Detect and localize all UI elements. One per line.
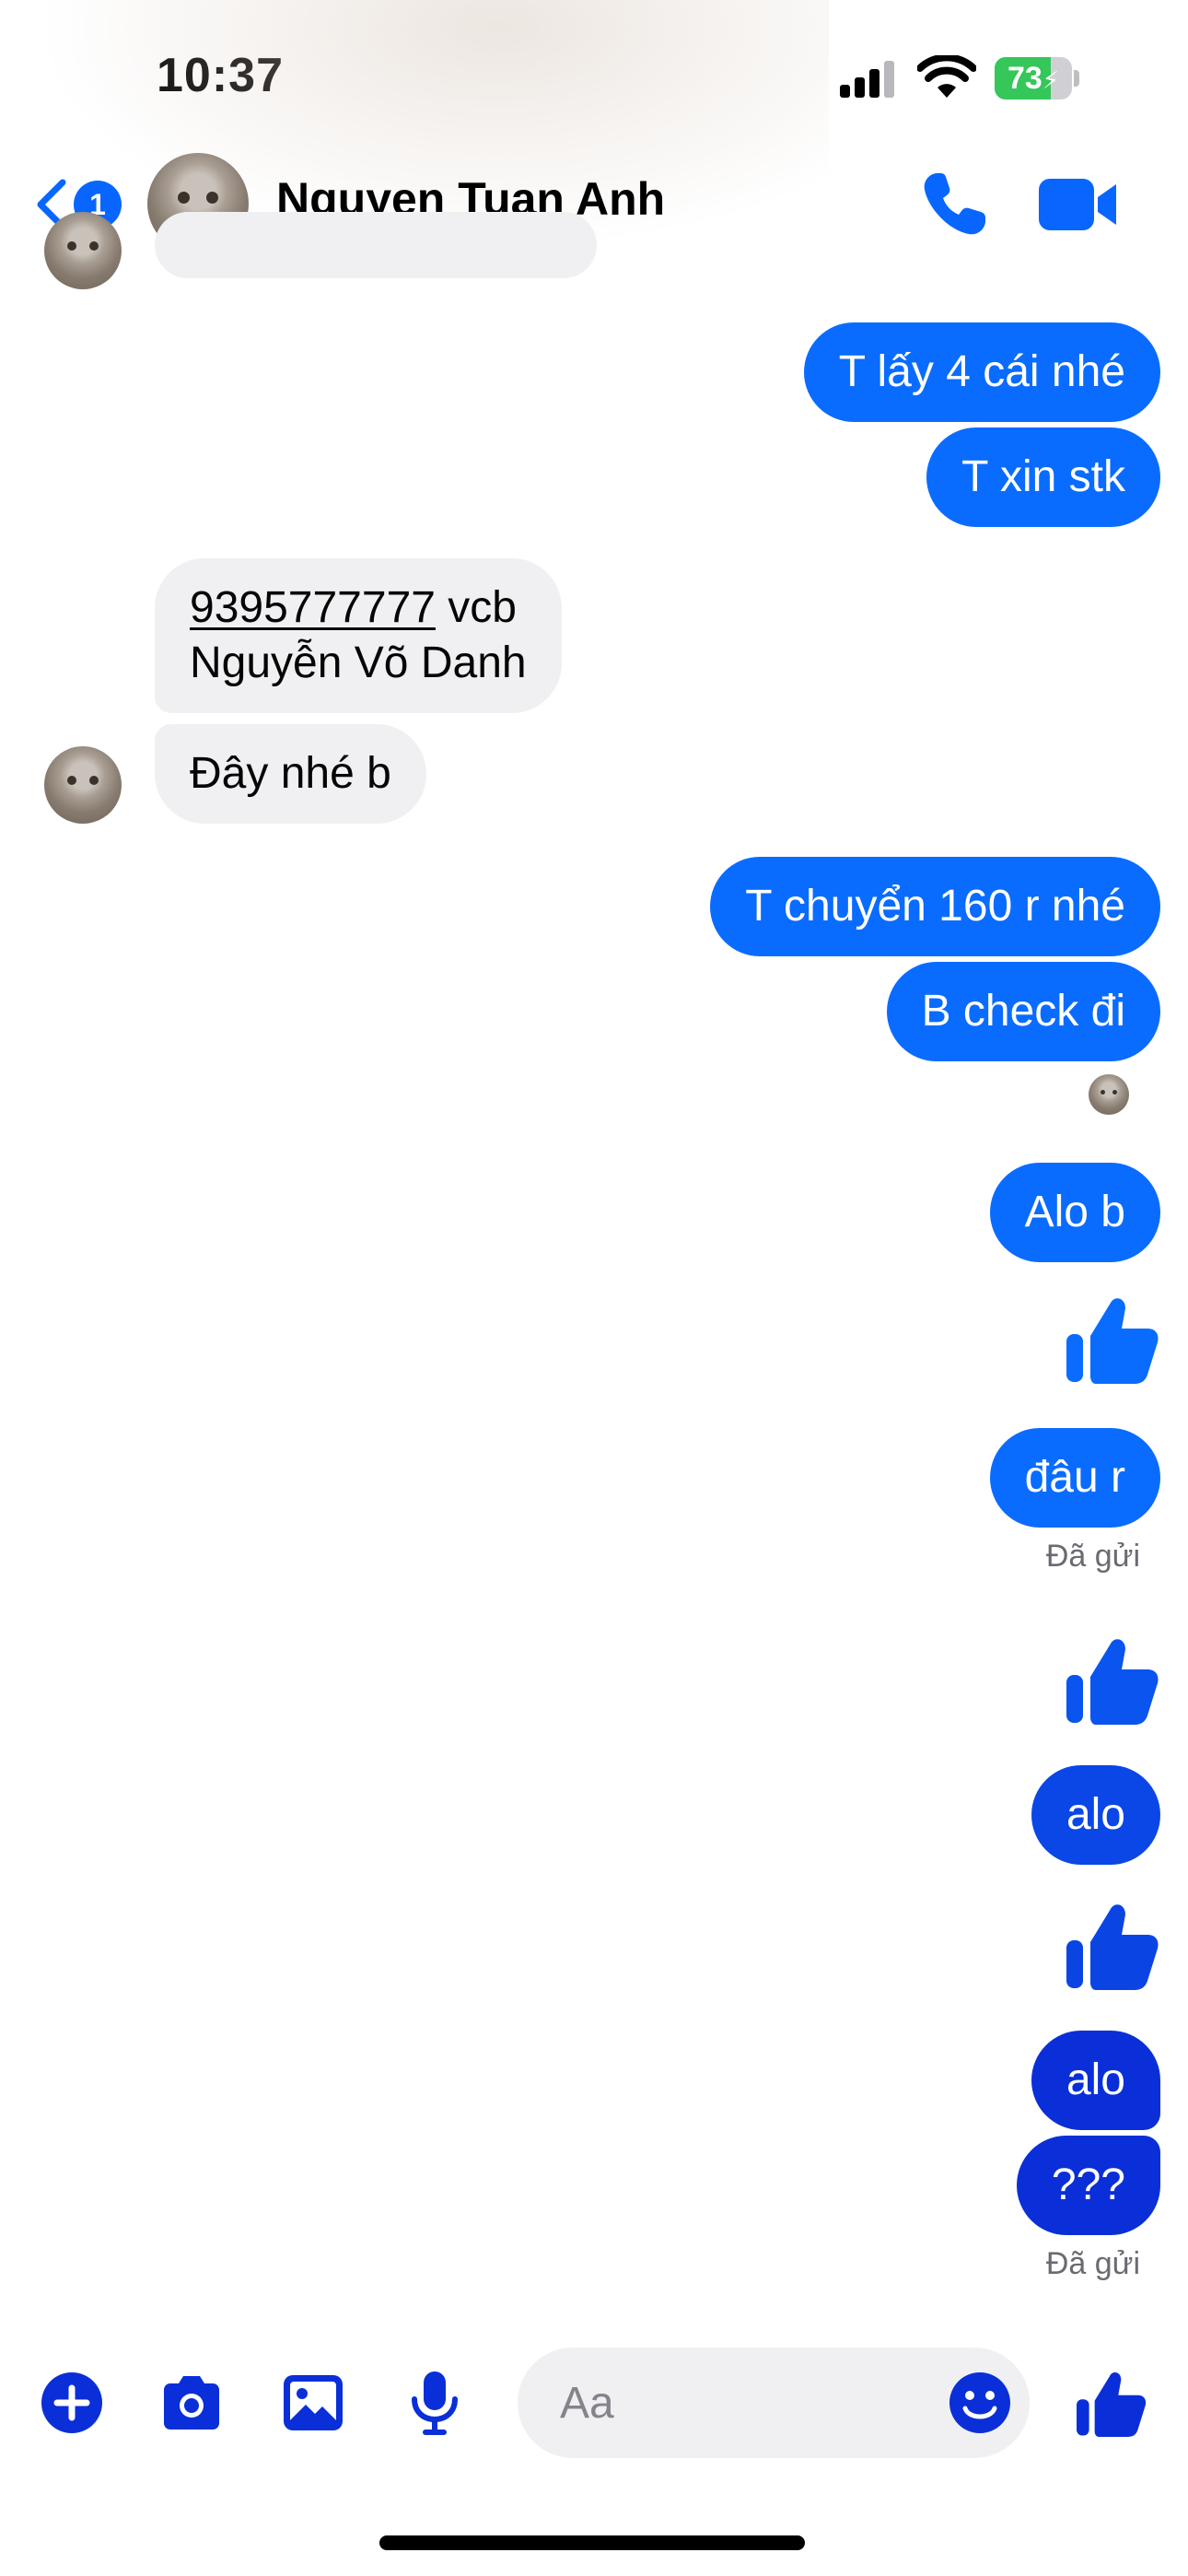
outgoing-message[interactable]: B check đi (886, 962, 1160, 1061)
emoji-icon[interactable] (947, 2370, 1013, 2436)
outgoing-message[interactable]: đâu r (989, 1428, 1160, 1528)
like-icon[interactable] (1074, 2366, 1147, 2440)
outgoing-message[interactable]: alo (1031, 1765, 1160, 1865)
sender-avatar (44, 746, 122, 824)
video-camera-icon[interactable] (1035, 170, 1120, 240)
account-number-link[interactable]: 9395777777 (190, 583, 436, 632)
outgoing-message[interactable]: T chuyển 160 r nhé (710, 857, 1160, 956)
charging-bolt-icon: ⚡ (1042, 66, 1060, 94)
battery-percent: 73⚡ (1007, 61, 1060, 96)
incoming-message-partial (155, 212, 597, 278)
sent-status: Đã gửi (1045, 2246, 1140, 2281)
like-icon[interactable] (1063, 1290, 1160, 1388)
camera-icon[interactable] (158, 2370, 225, 2436)
phone-icon[interactable] (917, 168, 991, 241)
message-composer (0, 2313, 1188, 2497)
wifi-icon (917, 55, 976, 98)
account-holder-name: Nguyễn Võ Danh (190, 638, 527, 687)
battery-indicator: 73⚡ (995, 57, 1079, 100)
incoming-message[interactable]: 9395777777 vcb Nguyễn Võ Danh (155, 558, 562, 713)
outgoing-message[interactable]: ??? (1016, 2136, 1160, 2235)
like-icon[interactable] (1063, 1896, 1160, 1994)
message-thread[interactable]: T lấy 4 cái nhé T xin stk 9395777777 vcb… (0, 212, 1188, 2313)
incoming-message[interactable]: Đây nhé b (155, 724, 426, 824)
seen-receipt-avatar (1089, 1074, 1129, 1115)
microphone-icon[interactable] (402, 2370, 468, 2436)
outgoing-message[interactable]: T xin stk (926, 427, 1160, 527)
outgoing-message[interactable]: Alo b (989, 1163, 1160, 1262)
outgoing-message[interactable]: T lấy 4 cái nhé (803, 322, 1160, 422)
sent-status: Đã gửi (1045, 1539, 1140, 1574)
like-icon[interactable] (1063, 1631, 1160, 1728)
photo-icon[interactable] (280, 2370, 346, 2436)
plus-icon[interactable] (39, 2370, 105, 2436)
status-time: 10:37 (157, 49, 284, 102)
cellular-signal-icon (840, 61, 894, 98)
home-indicator[interactable] (379, 2535, 805, 2550)
bank-name: vcb (435, 583, 517, 632)
status-bar: 10:37 73⚡ (0, 0, 1188, 147)
sender-avatar (44, 212, 122, 289)
outgoing-message[interactable]: alo (1031, 2031, 1160, 2130)
